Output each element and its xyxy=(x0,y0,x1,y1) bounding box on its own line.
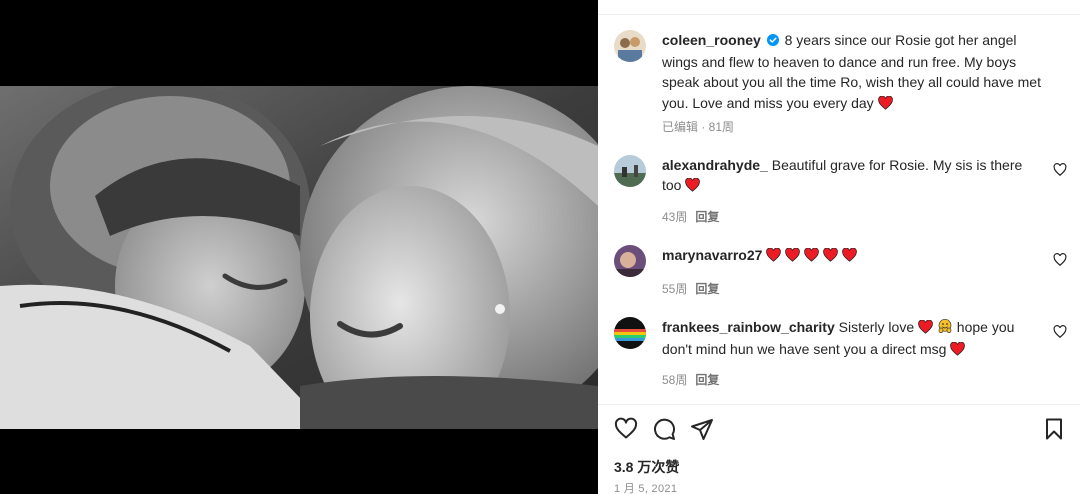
post-sidebar: coleen_rooney 8 years since our Rosie go… xyxy=(598,0,1080,494)
post-date[interactable]: 1 月 5, 2021 xyxy=(614,480,677,494)
divider xyxy=(598,14,1080,15)
heart-icon[interactable] xyxy=(614,417,638,441)
comment-time: 43周 xyxy=(662,210,688,224)
red-heart-emoji-icon xyxy=(918,319,933,339)
divider xyxy=(598,404,1080,405)
comment-username[interactable]: marynavarro27 xyxy=(662,247,762,263)
reply-button[interactable]: 回复 xyxy=(695,210,719,224)
post-photo-image xyxy=(0,86,598,429)
verified-badge-icon xyxy=(766,31,779,52)
comment: frankees_rainbow_charity Sisterly love h… xyxy=(662,317,1042,361)
author-username[interactable]: coleen_rooney xyxy=(662,32,761,48)
reply-button[interactable]: 回复 xyxy=(695,373,719,387)
likes-count[interactable]: 3.8 万次赞 xyxy=(614,457,679,477)
comment: alexandrahyde_ Beautiful grave for Rosie… xyxy=(662,155,1042,197)
comment-icon[interactable] xyxy=(652,417,676,441)
comment-text-start: Sisterly love xyxy=(838,319,915,335)
reply-button[interactable]: 回复 xyxy=(695,282,719,296)
comment-meta: 43周 回复 xyxy=(662,208,719,225)
commenter-avatar[interactable] xyxy=(614,245,646,277)
comment-meta: 58周 回复 xyxy=(662,371,719,388)
hugging-face-emoji-icon xyxy=(937,318,953,339)
comment-username[interactable]: frankees_rainbow_charity xyxy=(662,319,835,335)
share-icon[interactable] xyxy=(690,417,714,441)
red-heart-emoji-icon xyxy=(950,341,966,361)
comment-time: 58周 xyxy=(662,373,688,387)
red-heart-emoji-icon xyxy=(823,248,838,262)
red-heart-emoji-icon xyxy=(842,248,857,262)
bookmark-icon[interactable] xyxy=(1042,417,1066,441)
comment-like-icon[interactable] xyxy=(1053,163,1067,177)
post-photo[interactable] xyxy=(0,86,598,429)
post-caption: coleen_rooney 8 years since our Rosie go… xyxy=(662,30,1052,115)
post-media xyxy=(0,0,598,494)
comment-meta: 55周 回复 xyxy=(662,280,719,297)
red-heart-emoji-icon xyxy=(804,248,819,262)
comment-username[interactable]: alexandrahyde_ xyxy=(662,157,768,173)
comment-time: 55周 xyxy=(662,282,688,296)
caption-meta: 已编辑 · 81周 xyxy=(662,120,735,134)
red-heart-emoji-icon xyxy=(766,248,782,262)
red-heart-emoji-icon xyxy=(877,95,893,116)
comment-like-icon[interactable] xyxy=(1053,325,1067,339)
comment-like-icon[interactable] xyxy=(1053,253,1067,267)
heart-emojis xyxy=(766,247,857,263)
red-heart-emoji-icon xyxy=(785,248,800,262)
red-heart-emoji-icon xyxy=(685,177,701,197)
comment: marynavarro27 xyxy=(662,245,1042,265)
commenter-avatar[interactable] xyxy=(614,155,646,187)
commenter-avatar[interactable] xyxy=(614,317,646,349)
author-avatar[interactable] xyxy=(614,30,646,62)
post-view: coleen_rooney 8 years since our Rosie go… xyxy=(0,0,1080,494)
